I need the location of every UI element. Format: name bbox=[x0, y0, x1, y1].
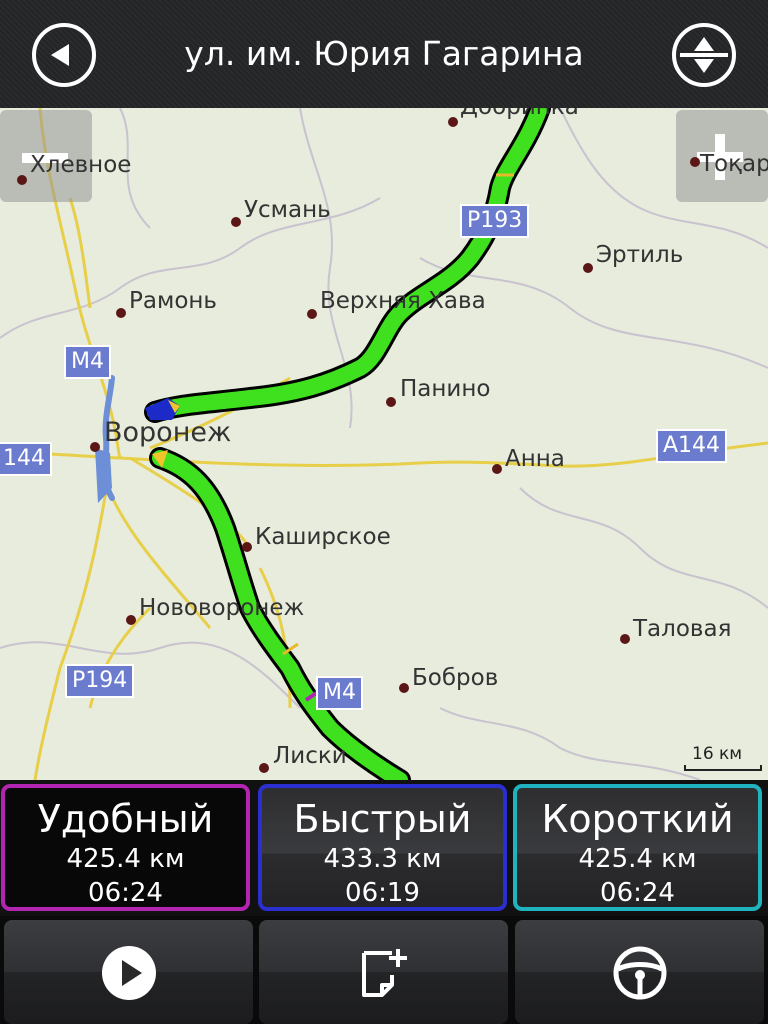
drive-mode-button[interactable] bbox=[515, 920, 764, 1024]
route-distance: 425.4 км bbox=[66, 844, 185, 874]
city-label: Нововоронеж bbox=[139, 595, 305, 621]
road-shield: 144 bbox=[0, 442, 52, 476]
city-dot bbox=[126, 615, 136, 625]
city-dot bbox=[17, 175, 27, 185]
action-bar bbox=[0, 916, 768, 1024]
route-time: 06:24 bbox=[600, 878, 675, 908]
start-navigation-button[interactable] bbox=[4, 920, 253, 1024]
city-label: Усмань bbox=[244, 197, 331, 223]
city-label: Анна bbox=[505, 446, 565, 472]
map-scale-bar bbox=[684, 765, 762, 771]
city-label: Таловая bbox=[633, 616, 732, 642]
city-dot bbox=[231, 217, 241, 227]
city-label: Бобров bbox=[412, 665, 499, 691]
city-label: Тоқаре bbox=[700, 151, 768, 177]
city-label: Лиски bbox=[273, 743, 347, 769]
city-dot bbox=[386, 397, 396, 407]
top-bar: ул. им. Юрия Гагарина bbox=[0, 0, 768, 108]
road-shield: А144 bbox=[656, 429, 728, 463]
route-distance: 425.4 км bbox=[578, 844, 697, 874]
road-shield: Р194 bbox=[65, 664, 135, 698]
city-label: Панино bbox=[400, 376, 491, 402]
map-scale-label: 16 км bbox=[692, 744, 743, 764]
back-button[interactable] bbox=[32, 23, 96, 87]
road-shield: М4 bbox=[316, 676, 363, 710]
city-dot bbox=[448, 117, 458, 127]
road-shield: М4 bbox=[64, 345, 111, 379]
city-dot bbox=[116, 308, 126, 318]
play-icon bbox=[102, 946, 156, 1000]
city-dot bbox=[242, 542, 252, 552]
city-label: Хлевное bbox=[30, 152, 132, 178]
city-label: Эртиль bbox=[596, 242, 684, 268]
road-shield: Р193 bbox=[460, 204, 530, 238]
route-name: Быстрый bbox=[293, 797, 472, 841]
back-arrow-icon bbox=[51, 44, 69, 66]
city-label: Воронеж bbox=[104, 417, 232, 448]
steering-wheel-icon bbox=[613, 946, 667, 1000]
route-name: Короткий bbox=[541, 797, 734, 841]
route-option-short[interactable]: Короткий 425.4 км 06:24 bbox=[513, 784, 762, 911]
route-name: Удобный bbox=[37, 797, 214, 841]
city-label: Рамонь bbox=[129, 288, 217, 314]
route-option-fast[interactable]: Быстрый 433.3 км 06:19 bbox=[258, 784, 507, 911]
city-dot bbox=[583, 263, 593, 273]
city-dot bbox=[492, 464, 502, 474]
note-add-icon bbox=[362, 949, 407, 997]
page-title: ул. им. Юрия Гагарина bbox=[184, 34, 584, 73]
city-dot bbox=[90, 442, 100, 452]
route-time: 06:19 bbox=[345, 878, 420, 908]
city-dot bbox=[620, 634, 630, 644]
city-dot bbox=[307, 309, 317, 319]
city-label: Добринка bbox=[460, 108, 579, 120]
add-note-button[interactable] bbox=[259, 920, 508, 1024]
city-dot bbox=[690, 157, 700, 167]
route-map[interactable]: Хлевное Усмань Добринка Тоқаре Эртиль Ра… bbox=[0, 108, 768, 780]
route-time: 06:24 bbox=[88, 878, 163, 908]
route-options: Удобный 425.4 км 06:24 Быстрый 433.3 км … bbox=[0, 780, 768, 916]
city-dot bbox=[259, 763, 269, 773]
city-dot bbox=[399, 683, 409, 693]
route-distance: 433.3 км bbox=[323, 844, 442, 874]
city-label: Каширское bbox=[255, 524, 391, 550]
city-label: Верхняя Хава bbox=[320, 288, 486, 314]
route-option-comfortable[interactable]: Удобный 425.4 км 06:24 bbox=[1, 784, 250, 911]
route-options-button[interactable] bbox=[672, 23, 736, 87]
up-down-arrows-icon bbox=[680, 37, 728, 73]
